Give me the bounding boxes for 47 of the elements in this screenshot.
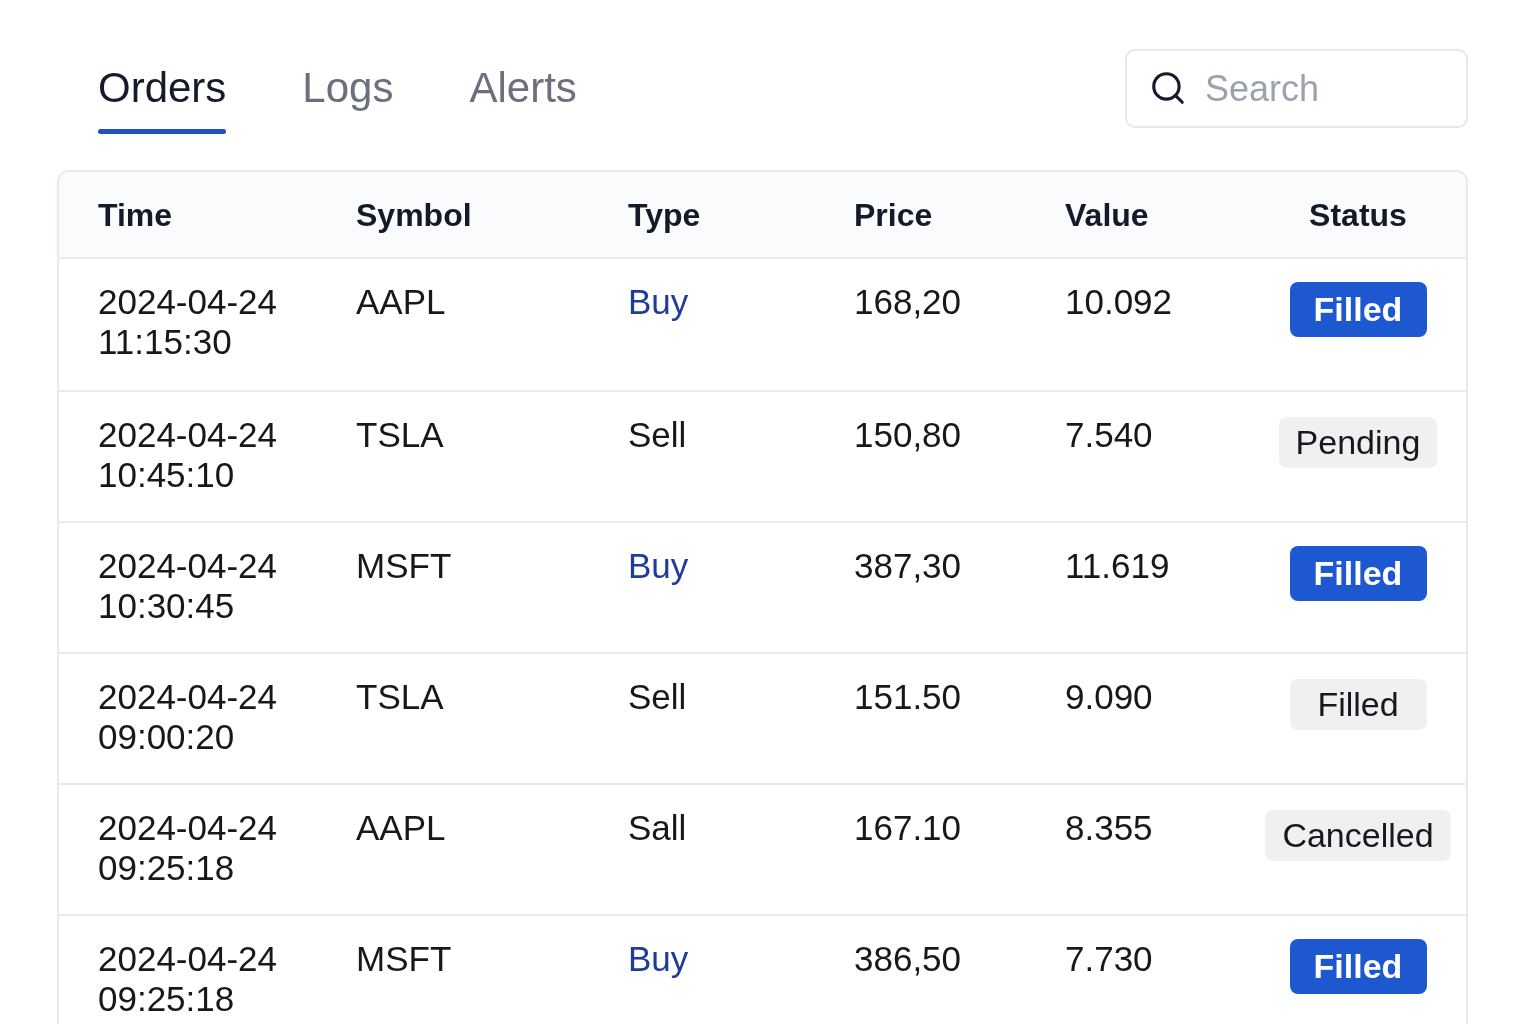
search-icon (1149, 69, 1187, 107)
status-badge: Cancelled (1265, 810, 1451, 861)
status-badge: Filled (1289, 939, 1427, 994)
price-text: 387,30 (854, 546, 962, 585)
order-type-text: Sall (628, 808, 687, 847)
column-header: Status (1309, 196, 1407, 233)
tab[interactable]: Orders (98, 63, 227, 134)
value-text: 8.355 (1065, 808, 1153, 847)
order-type-text: Buy (628, 939, 689, 978)
price-text: 386,50 (854, 939, 962, 978)
column-header: Type (628, 196, 701, 233)
column-header: Price (854, 196, 933, 233)
timestamp-text: 2024-04-24 10:45:10 (98, 415, 279, 495)
column-header: Symbol (356, 196, 472, 233)
order-type-text: Sell (628, 415, 687, 454)
value-text: 10.092 (1065, 282, 1173, 321)
timestamp-text: 2024-04-24 11:15:30 (98, 282, 279, 362)
status-badge: Filled (1289, 282, 1427, 337)
status-badge: Filled (1289, 546, 1427, 601)
timestamp-text: 2024-04-24 09:00:20 (98, 677, 279, 757)
price-text: 168,20 (854, 282, 962, 321)
order-type-text: Buy (628, 282, 689, 321)
timestamp-text: 2024-04-24 09:25:18 (98, 808, 279, 888)
symbol-text: AAPL (356, 282, 446, 321)
status-badge: Filled (1289, 679, 1427, 730)
price-text: 167.10 (854, 808, 962, 847)
price-text: 150,80 (854, 415, 962, 454)
tab[interactable]: Alerts (469, 63, 577, 134)
order-type-text: Buy (628, 546, 689, 585)
value-text: 7.730 (1065, 939, 1153, 978)
column-header: Value (1065, 196, 1149, 233)
value-text: 9.090 (1065, 677, 1153, 716)
symbol-text: TSLA (356, 415, 444, 454)
value-text: 7.540 (1065, 415, 1153, 454)
symbol-text: AAPL (356, 808, 446, 847)
symbol-text: TSLA (356, 677, 444, 716)
tab[interactable]: Logs (302, 63, 394, 134)
value-text: 11.619 (1065, 546, 1170, 585)
timestamp-text: 2024-04-24 10:30:45 (98, 546, 279, 626)
search-field[interactable]: Search (1125, 49, 1468, 128)
price-text: 151.50 (854, 677, 962, 716)
column-header: Time (98, 196, 173, 233)
status-badge: Pending (1278, 417, 1438, 468)
symbol-text: MSFT (356, 546, 452, 585)
order-type-text: Sell (628, 677, 687, 716)
timestamp-text: 2024-04-24 09:25:18 (98, 939, 279, 1019)
symbol-text: MSFT (356, 939, 452, 978)
